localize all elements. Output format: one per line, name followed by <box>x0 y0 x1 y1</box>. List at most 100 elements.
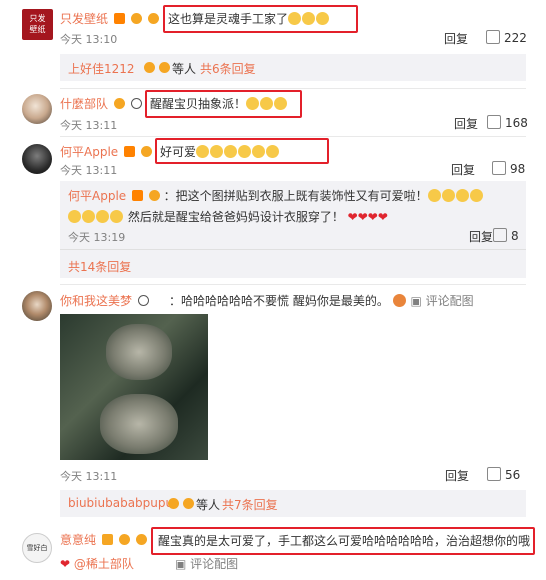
reply-summary[interactable]: biubiubababpupu 等人 共7条回复 <box>60 490 526 517</box>
reply-button[interactable]: 回复 <box>454 115 478 132</box>
comment-image[interactable] <box>60 314 208 460</box>
thumb-up-icon <box>492 161 506 175</box>
comment-text: ：哈哈哈哈哈哈不要慌 醒妈你是最美的。 ▣ 评论配图 <box>169 292 474 309</box>
comment-time: 今天 13:11 <box>60 119 118 132</box>
level-icon <box>140 146 152 157</box>
verified-icon <box>113 13 125 24</box>
sub-reply-line2: 然后就是醒宝给爸爸妈妈设计衣服穿了！ ❤❤❤❤ <box>68 208 388 225</box>
verified-icon <box>124 146 135 157</box>
comment-pic-label: 评论配图 <box>190 557 239 571</box>
like-button[interactable]: 98 <box>492 161 525 176</box>
reply-button[interactable]: 回复 <box>469 228 493 245</box>
others-label: 等人 <box>196 498 221 512</box>
mention-link[interactable]: @稀土部队 <box>74 557 134 571</box>
fan-icon <box>183 498 194 509</box>
commenter-name[interactable]: 什麼部队 <box>60 95 142 112</box>
reply-author[interactable]: biubiubababpupu <box>68 496 173 510</box>
picture-icon: ▣ <box>410 294 422 308</box>
avatar[interactable]: 只发 壁纸 <box>22 9 53 40</box>
like-count: 8 <box>511 229 519 243</box>
level-icon <box>144 62 155 73</box>
level-icon <box>113 98 125 109</box>
divider <box>60 249 526 250</box>
image-face-bottom <box>100 394 178 454</box>
commenter-name-text[interactable]: 何平Apple <box>60 145 118 159</box>
like-count: 98 <box>510 162 526 176</box>
like-button[interactable]: 8 <box>493 228 519 243</box>
like-count: 222 <box>504 31 527 45</box>
thumb-up-icon <box>493 228 507 242</box>
comment-pic-label: 评论配图 <box>425 294 474 308</box>
commenter-name-text[interactable]: 你和我这美梦 <box>60 294 132 308</box>
heart-icon: ❤ <box>60 557 71 571</box>
avatar[interactable] <box>22 291 52 321</box>
level-icon <box>168 498 179 509</box>
verified-icon <box>101 534 113 545</box>
avatar-text: 雪好白 <box>26 544 48 552</box>
heart-icon: ❤❤❤❤ <box>347 210 388 224</box>
like-button[interactable]: 222 <box>486 30 527 45</box>
commenter-name[interactable]: 意意纯 <box>60 531 147 548</box>
like-count: 56 <box>505 468 521 482</box>
comment-line2: ❤ @稀土部队 ▣ 评论配图 <box>60 555 238 572</box>
panda-icon <box>130 98 142 109</box>
reply-author[interactable]: 何平Apple <box>68 189 126 203</box>
emoji-icon <box>427 189 441 202</box>
reply-count-link[interactable]: 共6条回复 <box>200 60 256 77</box>
like-button[interactable]: 168 <box>487 115 528 130</box>
reply-button[interactable]: 回复 <box>451 161 475 178</box>
like-count: 168 <box>505 116 528 130</box>
cry-emoji-icon <box>392 294 406 307</box>
avatar[interactable] <box>22 144 52 174</box>
level-icon <box>148 190 160 201</box>
emoji-icon <box>455 189 469 202</box>
reply-summary[interactable]: 上好佳1212 等人 共6条回复 <box>60 54 526 81</box>
picture-icon: ▣ <box>175 557 187 571</box>
reply-button[interactable]: 回复 <box>445 467 469 484</box>
sub-reply: 何平Apple ：把这个图拼贴到衣服上既有装饰性又有可爱啦！ <box>68 187 484 204</box>
commenter-name-text[interactable]: 什麼部队 <box>60 97 108 111</box>
more-replies-link[interactable]: 共14条回复 <box>68 258 131 275</box>
sub-reply-text: ：把这个图拼贴到衣服上既有装饰性又有可爱啦！ <box>163 189 428 203</box>
commenter-name[interactable]: 何平Apple <box>60 143 152 160</box>
reply-thread: 何平Apple ：把这个图拼贴到衣服上既有装饰性又有可爱啦！ 然后就是醒宝给爸爸… <box>60 181 526 278</box>
image-face-top <box>106 324 172 380</box>
emoji-icon <box>441 189 455 202</box>
comment-pic-link[interactable]: ▣ 评论配图 <box>175 555 238 572</box>
highlight-box <box>155 138 329 164</box>
comment-time: 今天 13:11 <box>60 164 118 177</box>
laugh-emoji-icon <box>82 210 95 223</box>
laugh-emoji-icon <box>110 210 123 223</box>
comment-pic-link[interactable]: ▣ 评论配图 <box>410 294 473 308</box>
reply-button[interactable]: 回复 <box>444 30 468 47</box>
mention-name: 稀土部队 <box>85 557 134 571</box>
like-button[interactable]: 56 <box>487 467 520 482</box>
highlight-box <box>145 90 302 118</box>
reply-author[interactable]: 上好佳1212 <box>68 60 135 77</box>
commenter-name-text[interactable]: 只发壁纸 <box>60 12 108 26</box>
reply-count-link[interactable]: 共7条回复 <box>222 496 278 513</box>
commenter-name-text[interactable]: 意意纯 <box>60 533 96 547</box>
thumb-up-icon <box>487 115 501 129</box>
panda-icon <box>137 295 149 306</box>
divider <box>60 284 526 285</box>
sub-reply-text: 然后就是醒宝给爸爸妈妈设计衣服穿了！ <box>127 210 344 224</box>
avatar[interactable] <box>22 94 52 124</box>
commenter-name[interactable]: 你和我这美梦 <box>60 292 149 309</box>
divider <box>60 88 526 89</box>
avatar-text: 壁纸 <box>29 25 46 34</box>
level-icon <box>118 534 130 545</box>
emoji-icon <box>469 189 483 202</box>
comment-time: 今天 13:11 <box>60 470 118 483</box>
others-label: 等人 <box>172 62 197 76</box>
commenter-name[interactable]: 只发壁纸 <box>60 10 159 27</box>
sub-reply-time: 今天 13:19 <box>68 231 126 244</box>
comment-time: 今天 13:10 <box>60 33 118 46</box>
verified-icon <box>132 190 143 201</box>
laugh-emoji-icon <box>96 210 109 223</box>
level-icon <box>130 13 142 24</box>
fan-icon <box>159 62 170 73</box>
avatar[interactable]: 雪好白 <box>22 533 52 563</box>
thumb-up-icon <box>487 467 501 481</box>
highlight-box <box>151 527 535 555</box>
